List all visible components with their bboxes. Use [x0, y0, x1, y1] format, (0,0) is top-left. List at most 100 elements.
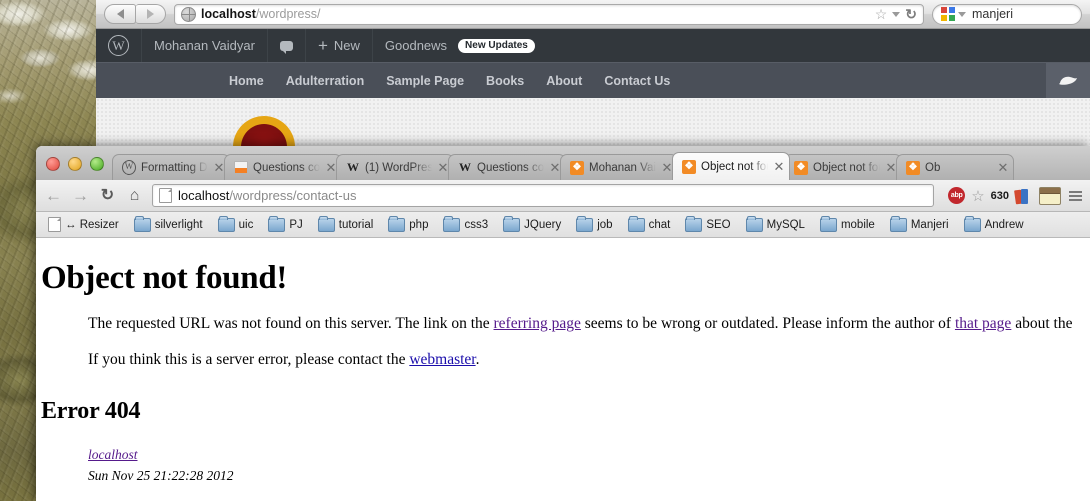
adblock-plus-icon[interactable]: abp: [948, 187, 966, 204]
nav-item-about[interactable]: About: [546, 74, 582, 88]
nav-item-contact-us[interactable]: Contact Us: [604, 74, 670, 88]
tab-close-icon[interactable]: ✕: [997, 160, 1009, 176]
site-name-label: Mohanan Vaidyar: [154, 38, 255, 53]
adminbar-goodnews[interactable]: Goodnews New Updates: [373, 29, 547, 62]
bookmark-item[interactable]: tutorial: [312, 215, 380, 234]
home-icon[interactable]: ⌂: [125, 187, 144, 204]
nav-item-sample-page[interactable]: Sample Page: [386, 74, 464, 88]
folder-icon: [388, 215, 406, 232]
window-traffic-lights[interactable]: [44, 157, 112, 180]
folder-icon: [443, 215, 461, 232]
nav-item-adulterration[interactable]: Adulterration: [286, 74, 364, 88]
localhost-link[interactable]: localhost: [88, 447, 138, 462]
bookmark-label: PJ: [289, 218, 303, 231]
books-extension-icon[interactable]: [1014, 188, 1033, 204]
star-icon[interactable]: ☆: [875, 6, 888, 23]
counter-extension-icon[interactable]: 630: [991, 190, 1009, 202]
webmaster-link[interactable]: webmaster: [409, 351, 475, 368]
wordpress-logo-icon: W: [108, 35, 129, 56]
bookmark-item[interactable]: PJ: [262, 215, 308, 234]
tab-title: Ob: [925, 161, 941, 174]
safari-nav-arrows[interactable]: [104, 4, 166, 24]
bookmark-item[interactable]: chat: [622, 215, 677, 234]
bookmark-label: tutorial: [338, 218, 374, 231]
safari-toolbar: localhost /wordpress/ ☆ ↻ manjeri: [96, 0, 1090, 29]
back-button[interactable]: [104, 4, 136, 24]
bookmark-item[interactable]: css3: [437, 215, 494, 234]
folder-icon: [317, 215, 335, 232]
twitter-bird-icon[interactable]: [1046, 63, 1090, 98]
bookmark-item[interactable]: job: [570, 215, 618, 234]
browser-tab[interactable]: ❖ Mohanan Vaidya ✕: [560, 154, 678, 180]
bookmark-star-icon[interactable]: ☆: [971, 187, 984, 205]
page-document-icon: [159, 188, 172, 203]
background-browser-window[interactable]: localhost /wordpress/ ☆ ↻ manjeri W Moha…: [96, 0, 1090, 150]
bookmark-item[interactable]: MySQL: [740, 215, 811, 234]
browser-tab[interactable]: W Questions conta ✕: [448, 154, 566, 180]
tab-title: Formatting Date: [141, 161, 208, 174]
browser-tab[interactable]: W (1) WordPress A ✕: [336, 154, 454, 180]
reload-icon[interactable]: ↻: [98, 187, 117, 204]
back-arrow-icon: [116, 9, 124, 19]
adminbar-new-content[interactable]: + New: [306, 29, 373, 62]
browser-tab[interactable]: ❖ Object not foun ✕: [784, 154, 902, 180]
chrome-browser-window[interactable]: W Formatting Date ✕ Questions conta ✕ W …: [36, 146, 1090, 501]
that-page-link[interactable]: that page: [955, 315, 1011, 332]
bookmark-item[interactable]: php: [382, 215, 434, 234]
referring-page-link[interactable]: referring page: [494, 315, 581, 332]
browser-tab[interactable]: W Formatting Date ✕: [112, 154, 230, 180]
browser-tab[interactable]: ❖ Ob ✕: [896, 154, 1014, 180]
bookmark-label: silverlight: [154, 218, 203, 231]
bookmark-item[interactable]: silverlight: [128, 215, 209, 234]
address-bar[interactable]: localhost /wordpress/contact-us: [152, 184, 935, 207]
bookmark-item[interactable]: mobile: [814, 215, 881, 234]
bookmark-item[interactable]: uic: [212, 215, 260, 234]
wordpress-favicon: W: [122, 160, 136, 175]
minimize-traffic-light[interactable]: [68, 157, 82, 171]
forward-arrow-icon[interactable]: →: [71, 187, 90, 204]
chevron-down-icon[interactable]: [892, 11, 901, 17]
tab-close-icon[interactable]: ✕: [773, 159, 785, 175]
chevron-down-icon[interactable]: [958, 11, 966, 17]
folder-icon: [685, 215, 703, 232]
folder-icon: [745, 215, 763, 232]
safari-address-bar[interactable]: localhost /wordpress/ ☆ ↻: [174, 3, 924, 25]
comment-bubble-icon: [279, 40, 293, 54]
page-icon: [48, 217, 61, 232]
xampp-favicon: ❖: [682, 159, 696, 174]
folder-icon: [133, 215, 151, 232]
adminbar-comments[interactable]: [268, 29, 306, 62]
folder-icon: [627, 215, 645, 232]
bookmark-item[interactable]: ↔ Resizer: [42, 215, 125, 234]
plus-icon: +: [317, 36, 328, 55]
forward-button[interactable]: [136, 4, 166, 24]
bookmark-item[interactable]: Manjeri: [884, 215, 955, 234]
close-traffic-light[interactable]: [46, 157, 60, 171]
browser-tab-active[interactable]: ❖ Object not foun ✕: [672, 152, 790, 180]
bookmark-item[interactable]: SEO: [679, 215, 736, 234]
page-title: Object not found!: [41, 260, 288, 296]
paragraph-text: If you think this is a server error, ple…: [88, 351, 410, 369]
stackoverflow-favicon: [234, 161, 248, 175]
url-path: /wordpress/: [255, 7, 321, 21]
bookmark-item[interactable]: JQuery: [497, 215, 567, 234]
xampp-favicon: ❖: [570, 160, 584, 175]
nav-item-home[interactable]: Home: [229, 74, 264, 88]
adminbar-wordpress-logo[interactable]: W: [96, 29, 142, 62]
nav-item-books[interactable]: Books: [486, 74, 524, 88]
error-description-paragraph: The requested URL was not found on this …: [88, 314, 1090, 333]
reload-icon[interactable]: ↻: [905, 6, 917, 23]
back-arrow-icon[interactable]: ←: [44, 187, 63, 204]
browser-tab[interactable]: Questions conta ✕: [224, 154, 342, 180]
zoom-traffic-light[interactable]: [90, 157, 104, 171]
new-updates-badge: New Updates: [458, 38, 535, 53]
safari-search-field[interactable]: manjeri: [932, 3, 1082, 25]
forward-arrow-icon: [147, 9, 154, 19]
chrome-menu-icon[interactable]: [1069, 190, 1082, 201]
bookmark-item[interactable]: Andrew: [958, 215, 1030, 234]
bookmark-label: job: [597, 218, 613, 231]
server-date: Sun Nov 25 21:22:28 2012: [88, 467, 234, 480]
notepad-extension-icon[interactable]: [1039, 186, 1061, 205]
tab-title: (1) WordPress A: [365, 161, 432, 174]
adminbar-site-name[interactable]: Mohanan Vaidyar: [142, 29, 268, 62]
